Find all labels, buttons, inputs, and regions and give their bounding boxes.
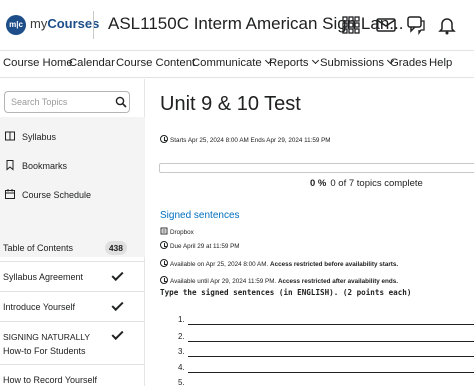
mycourses-logo[interactable]: m|c	[6, 15, 26, 35]
sidebar-item-course-schedule[interactable]: Course Schedule	[0, 187, 145, 203]
sidebar-item-table-of-contents[interactable]: Table of Contents 438	[0, 233, 145, 263]
answer-rule	[188, 372, 474, 373]
nav-course-content[interactable]: Course Content	[116, 57, 195, 69]
logo-prefix: my	[30, 16, 48, 31]
answer-line: 3.	[178, 347, 474, 359]
sidebar-item-label: Course Schedule	[22, 190, 92, 200]
search-box	[4, 91, 130, 113]
nav-calendar-label: Calendar	[69, 57, 115, 69]
progress-detail: 0 of 7 topics complete	[330, 178, 423, 189]
available-on-text: Available on Apr 25, 2024 8:00 AM.	[170, 261, 269, 268]
module-dates-text: Starts Apr 25, 2024 8:00 AM Ends Apr 29,…	[170, 137, 331, 144]
chevron-down-icon	[311, 56, 319, 65]
top-bar: m|c myCourses ASL1150C Interm American S…	[0, 0, 474, 50]
progress-percent: 0 %	[310, 178, 327, 189]
answer-number: 5.	[178, 378, 185, 386]
calendar-icon	[5, 189, 15, 199]
nav-calendar[interactable]: Calendar	[69, 57, 115, 69]
answer-rule	[188, 324, 474, 325]
mail-icon[interactable]	[375, 14, 397, 36]
mycourses-wordmark[interactable]: myCourses	[30, 16, 99, 31]
module-sublabel: How-to For Students	[3, 346, 86, 356]
clock-icon	[160, 135, 168, 143]
sidebar-item-label: Bookmarks	[22, 161, 68, 171]
nav-course-content-label: Course Content	[116, 57, 196, 69]
nav-communicate-label: Communicate	[192, 57, 262, 69]
nav-course-home[interactable]: Course Home	[3, 57, 73, 69]
nav-reports[interactable]: Reports	[269, 56, 319, 69]
bell-icon[interactable]	[436, 14, 458, 36]
search-input[interactable]	[5, 92, 105, 112]
module-label: Syllabus Agreement	[3, 272, 84, 282]
module-label: SIGNING NATURALLY	[3, 332, 91, 342]
clock-icon	[160, 241, 168, 249]
topic-due-text: Due April 29 at 11:59 PM	[170, 243, 240, 250]
nav-help[interactable]: Help	[429, 57, 452, 69]
answer-line: 4.	[178, 363, 474, 375]
module-label: How to Record Yourself	[3, 375, 98, 385]
header-divider	[93, 11, 94, 39]
check-icon	[111, 268, 124, 282]
topic-type: Dropbox	[160, 227, 194, 236]
course-navbar: Course Home Calendar Course Content Comm…	[0, 50, 474, 78]
answer-rule	[188, 356, 474, 357]
bookmark-icon	[6, 160, 14, 171]
sidebar-module-introduce-yourself[interactable]: Introduce Yourself	[0, 291, 145, 321]
nav-submissions[interactable]: Submissions	[320, 56, 395, 69]
toc-count-badge: 438	[104, 241, 127, 255]
available-until-text: Available until Apr 29, 2024 11:59 PM.	[170, 278, 277, 285]
sidebar-module-signing-naturally[interactable]: SIGNING NATURALLY How-to For Students	[0, 321, 145, 364]
content-sidebar: Syllabus Bookmarks Course Schedule 15 Ta…	[0, 79, 145, 386]
check-icon	[111, 298, 124, 312]
sidebar-module-syllabus-agreement[interactable]: Syllabus Agreement	[0, 261, 145, 291]
answer-number: 1.	[178, 315, 185, 324]
progress-bar	[159, 163, 474, 173]
topic-type-text: Dropbox	[170, 229, 194, 236]
answer-line: 1.	[178, 315, 474, 327]
sidebar-item-bookmarks[interactable]: Bookmarks	[0, 158, 145, 174]
topic-available-until: Available until Apr 29, 2024 11:59 PM. A…	[160, 276, 398, 285]
module-dates: Starts Apr 25, 2024 8:00 AM Ends Apr 29,…	[160, 135, 331, 144]
dropbox-icon	[160, 227, 168, 235]
nav-grades-label: Grades	[390, 57, 428, 69]
progress-summary: 0 % 0 of 7 topics complete	[310, 178, 423, 189]
answer-line: 5.	[178, 378, 474, 386]
nav-grades[interactable]: Grades	[390, 57, 427, 69]
answer-number: 3.	[178, 347, 185, 356]
module-label: Introduce Yourself	[3, 302, 76, 312]
syllabus-icon	[5, 131, 15, 141]
check-icon	[111, 327, 124, 341]
nav-reports-label: Reports	[269, 57, 309, 69]
page-title: Unit 9 & 10 Test	[160, 93, 301, 115]
topic-available-on: Available on Apr 25, 2024 8:00 AM. Acces…	[160, 259, 398, 268]
nav-course-home-label: Course Home	[3, 57, 73, 69]
available-until-note: Access restricted after availability end…	[277, 278, 398, 285]
nav-submissions-label: Submissions	[320, 57, 385, 69]
clock-icon	[160, 276, 168, 284]
sidebar-item-syllabus[interactable]: Syllabus	[0, 129, 145, 145]
topic-instructions: Type the signed sentences (in ENGLISH). …	[160, 288, 412, 297]
logo-name: Courses	[47, 16, 100, 31]
main-content: Unit 9 & 10 Test Starts Apr 25, 2024 8:0…	[146, 79, 474, 386]
grid-icon[interactable]	[340, 14, 362, 36]
nav-communicate[interactable]: Communicate	[192, 56, 272, 69]
sidebar-item-label: Syllabus	[22, 132, 57, 142]
clock-icon	[160, 259, 168, 267]
sidebar-module-how-to-record[interactable]: How to Record Yourself	[0, 364, 145, 386]
answer-line: 2.	[178, 332, 474, 344]
chat-icon[interactable]	[405, 14, 427, 36]
nav-help-label: Help	[429, 57, 453, 69]
topic-link-signed-sentences[interactable]: Signed sentences	[160, 210, 240, 221]
answer-number: 4.	[178, 363, 185, 372]
toc-label: Table of Contents	[3, 243, 74, 253]
answer-rule	[188, 341, 474, 342]
available-on-note: Access restricted before availability st…	[270, 261, 399, 268]
answer-number: 2.	[178, 332, 185, 341]
topic-due: Due April 29 at 11:59 PM	[160, 241, 240, 250]
search-icon[interactable]	[115, 96, 127, 108]
